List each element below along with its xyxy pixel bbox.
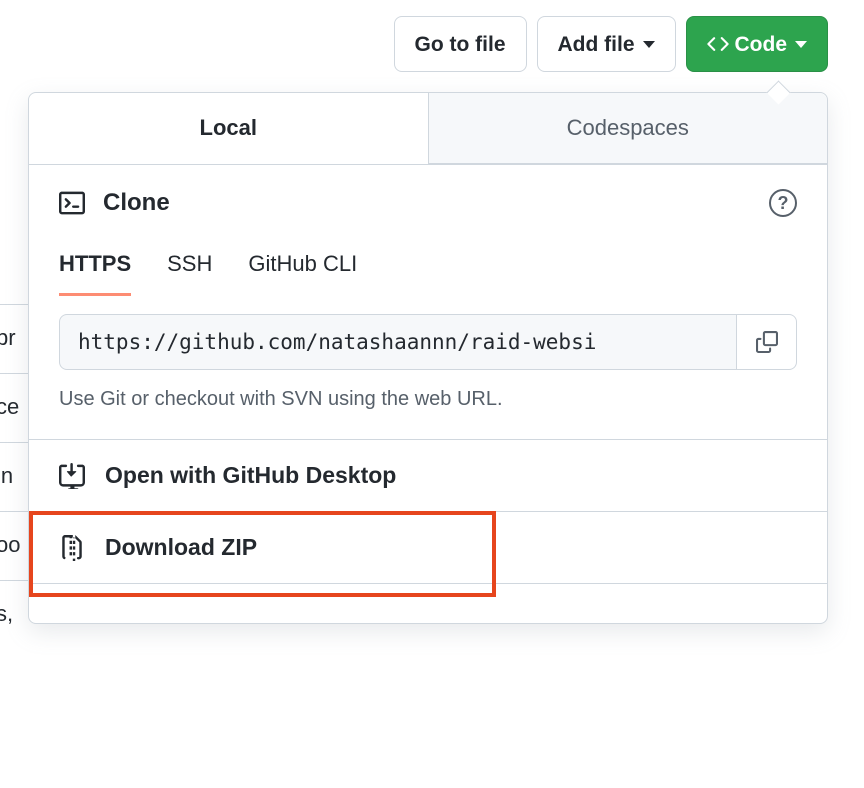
desktop-download-icon xyxy=(59,463,85,489)
clone-title: Clone xyxy=(103,189,170,217)
code-dropdown: Local Codespaces Clone ? HTT xyxy=(28,92,828,624)
protocol-tab-https[interactable]: HTTPS xyxy=(59,251,131,296)
add-file-button[interactable]: Add file xyxy=(537,16,676,72)
caret-down-icon xyxy=(643,41,655,48)
protocol-tab-ghcli[interactable]: GitHub CLI xyxy=(248,251,357,296)
protocol-tab-ssh[interactable]: SSH xyxy=(167,251,212,296)
code-button[interactable]: Code xyxy=(686,16,829,72)
code-icon xyxy=(707,33,729,55)
go-to-file-button[interactable]: Go to file xyxy=(394,16,527,72)
go-to-file-label: Go to file xyxy=(415,34,506,55)
zip-icon xyxy=(59,535,85,561)
caret-down-icon xyxy=(795,41,807,48)
open-github-desktop[interactable]: Open with GitHub Desktop xyxy=(29,439,827,511)
copy-url-button[interactable] xyxy=(737,314,797,370)
tab-codespaces[interactable]: Codespaces xyxy=(429,93,828,164)
code-label: Code xyxy=(735,34,788,55)
background-text: pr ce in oo s, xyxy=(0,304,28,649)
tab-local[interactable]: Local xyxy=(29,93,429,164)
open-desktop-label: Open with GitHub Desktop xyxy=(105,462,396,489)
help-icon[interactable]: ? xyxy=(769,189,797,217)
clone-hint: Use Git or checkout with SVN using the w… xyxy=(59,388,797,439)
download-zip-label: Download ZIP xyxy=(105,534,257,561)
terminal-icon xyxy=(59,190,85,216)
add-file-label: Add file xyxy=(558,34,635,55)
copy-icon xyxy=(756,331,778,353)
download-zip[interactable]: Download ZIP xyxy=(29,511,827,583)
clone-url-input[interactable] xyxy=(59,314,737,370)
